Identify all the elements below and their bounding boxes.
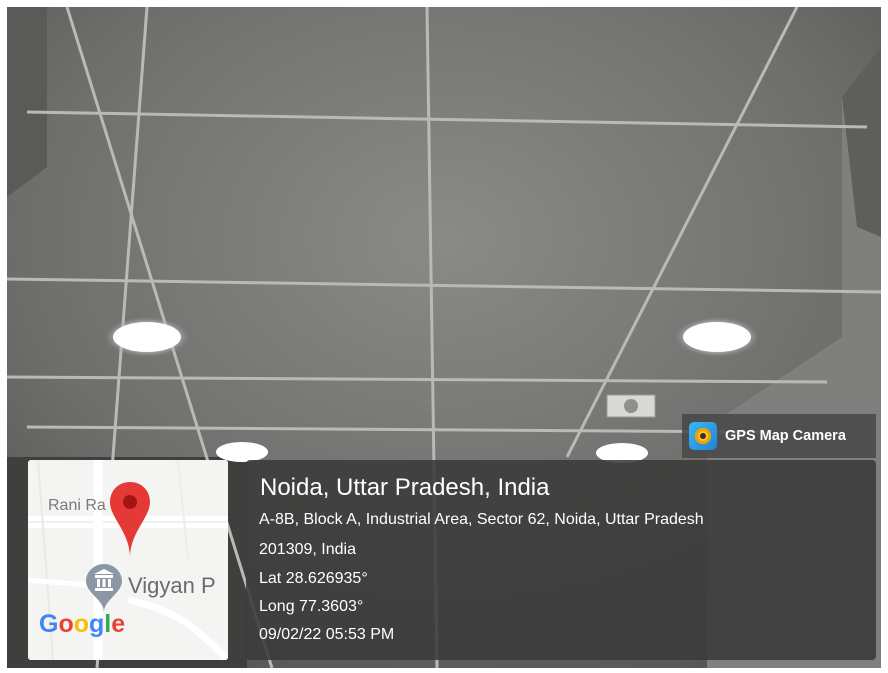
timestamp: 09/02/22 05:53 PM: [259, 626, 395, 643]
google-logo-letter: o: [73, 610, 90, 638]
google-logo-letter: o: [58, 610, 74, 638]
map-thumbnail: Rani Ra h Rd Vigyan P Google: [28, 460, 228, 660]
poi-label: Vigyan P: [128, 573, 216, 598]
app-name: GPS Map Camera: [725, 428, 846, 444]
google-logo: Google: [39, 610, 125, 639]
google-logo-letter: e: [111, 610, 126, 638]
google-logo-letter: G: [39, 610, 59, 638]
google-logo-letter: g: [89, 610, 105, 638]
longitude: Long 77.3603°: [259, 598, 364, 615]
location-info-panel: Noida, Uttar Pradesh, India A-8B, Block …: [246, 460, 876, 660]
gps-map-camera-icon: [689, 422, 717, 450]
address-line-1: A-8B, Block A, Industrial Area, Sector 6…: [259, 511, 704, 528]
app-badge: GPS Map Camera: [682, 414, 876, 458]
latitude: Lat 28.626935°: [259, 570, 368, 587]
address-line-2: 201309, India: [259, 541, 356, 558]
place-title: Noida, Uttar Pradesh, India: [260, 474, 550, 501]
